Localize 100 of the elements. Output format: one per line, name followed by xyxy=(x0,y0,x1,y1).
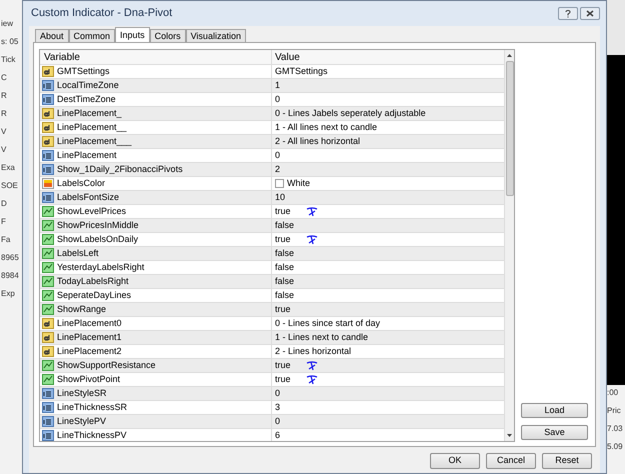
string-type-icon xyxy=(42,108,54,119)
value-cell[interactable]: GMTSettings xyxy=(275,64,328,78)
value-cell[interactable]: 0 xyxy=(275,414,280,428)
variable-name: GMTSettings xyxy=(57,64,110,78)
string-type-icon xyxy=(42,318,54,329)
value-cell[interactable]: 2 - All lines horizontal xyxy=(275,134,360,148)
variable-name: LabelsLeft xyxy=(57,246,99,260)
number-type-icon xyxy=(42,402,54,413)
table-row[interactable]: ShowSupportResistance true xyxy=(40,359,504,373)
table-row[interactable]: LinePlacement__ 1 - All lines next to candle xyxy=(40,121,504,135)
table-row[interactable]: LinePlacement_ 0 - Lines Jabels seperately adjustable xyxy=(40,107,504,121)
value-cell[interactable]: false xyxy=(275,260,294,274)
tab[interactable]: Colors xyxy=(150,29,186,42)
background-text: V xyxy=(0,144,6,156)
scrollbar-thumb[interactable] xyxy=(506,61,514,196)
variable-name: LocalTimeZone xyxy=(57,78,119,92)
value-cell[interactable]: 0 xyxy=(275,92,280,106)
table-row[interactable]: ShowRange true xyxy=(40,303,504,317)
value-cell[interactable]: 0 xyxy=(275,386,280,400)
number-type-icon xyxy=(42,94,54,105)
tab[interactable]: Inputs xyxy=(115,27,150,42)
value-cell[interactable]: true xyxy=(275,204,291,218)
color-swatch[interactable] xyxy=(275,179,284,188)
dialog-button[interactable]: OK xyxy=(430,453,480,469)
table-row[interactable]: ShowLevelPrices true xyxy=(40,205,504,219)
table-row[interactable]: LineThicknessSR 3 xyxy=(40,401,504,415)
palette-type-icon xyxy=(42,178,54,189)
handwritten-mark-icon xyxy=(306,360,318,371)
value-cell[interactable]: false xyxy=(275,246,294,260)
table-row[interactable]: LabelsFontSize 10 xyxy=(40,191,504,205)
scroll-up-icon xyxy=(507,54,512,57)
variable-name: LineThicknessSR xyxy=(57,400,128,414)
table-row[interactable]: LinePlacement2 2 - Lines horizontal xyxy=(40,345,504,359)
value-cell[interactable]: 1 - All lines next to candle xyxy=(275,120,378,134)
variable-name: LinePlacement1 xyxy=(57,330,122,344)
value-cell[interactable]: false xyxy=(275,218,294,232)
background-text: F xyxy=(0,216,6,228)
value-cell[interactable]: 3 xyxy=(275,400,280,414)
side-button[interactable]: Save xyxy=(521,425,588,440)
tab[interactable]: About xyxy=(35,29,69,42)
background-text: 8984 xyxy=(0,270,19,282)
value-cell[interactable]: false xyxy=(275,288,294,302)
background-text: D xyxy=(0,198,7,210)
background-text: R xyxy=(0,90,7,102)
value-cell[interactable]: 1 xyxy=(275,78,280,92)
help-button[interactable] xyxy=(558,7,578,20)
table-row[interactable]: ShowPivotPoint true xyxy=(40,373,504,387)
variable-name: ShowLabelsOnDaily xyxy=(57,232,138,246)
table-row[interactable]: Show_1Daily_2FibonacciPivots 2 xyxy=(40,163,504,177)
chart-type-icon xyxy=(42,262,54,273)
table-row[interactable]: LinePlacement1 1 - Lines next to candle xyxy=(40,331,504,345)
column-header[interactable]: Value xyxy=(272,50,504,64)
value-cell[interactable]: true xyxy=(275,358,291,372)
value-cell[interactable]: true xyxy=(275,372,291,386)
value-cell[interactable]: true xyxy=(275,232,291,246)
value-cell[interactable]: true xyxy=(275,302,291,316)
dialog-button[interactable]: Cancel xyxy=(486,453,536,469)
value-cell[interactable]: 2 xyxy=(275,162,280,176)
value-cell[interactable]: 6 xyxy=(275,428,280,441)
scrollbar[interactable] xyxy=(504,50,514,441)
value-cell[interactable]: 1 - Lines next to candle xyxy=(275,330,368,344)
string-type-icon xyxy=(42,122,54,133)
dialog-button[interactable]: Reset xyxy=(542,453,592,469)
value-cell[interactable]: 0 - Lines since start of day xyxy=(275,316,380,330)
chart-type-icon xyxy=(42,206,54,217)
table-row[interactable]: ShowLabelsOnDaily true xyxy=(40,233,504,247)
table-row[interactable]: LinePlacement 0 xyxy=(40,149,504,163)
table-row[interactable]: TodayLabelsRight false xyxy=(40,275,504,289)
table-row[interactable]: LineStylePV 0 xyxy=(40,415,504,429)
side-button[interactable]: Load xyxy=(521,403,588,418)
value-cell[interactable]: 2 - Lines horizontal xyxy=(275,344,352,358)
value-cell[interactable]: 0 xyxy=(275,148,280,162)
value-cell[interactable]: 10 xyxy=(275,190,286,204)
variable-name: LinePlacement_ xyxy=(57,106,122,120)
table-row[interactable]: LocalTimeZone 1 xyxy=(40,79,504,93)
tab[interactable]: Visualization xyxy=(186,29,246,42)
table-row[interactable]: LabelsColor White xyxy=(40,177,504,191)
table-row[interactable]: LinePlacement0 0 - Lines since start of day xyxy=(40,317,504,331)
background-text: 8965 xyxy=(0,252,19,264)
tab[interactable]: Common xyxy=(68,29,116,42)
table-row[interactable]: LineStyleSR 0 xyxy=(40,387,504,401)
background-text: V xyxy=(0,126,6,138)
table-row[interactable]: DestTimeZone 0 xyxy=(40,93,504,107)
table-row[interactable]: LabelsLeft false xyxy=(40,247,504,261)
value-cell[interactable]: false xyxy=(275,274,294,288)
chart-type-icon xyxy=(42,290,54,301)
variable-name: LinePlacement xyxy=(57,148,117,162)
handwritten-mark-icon xyxy=(306,234,318,245)
close-button[interactable] xyxy=(580,7,600,20)
variable-name: DestTimeZone xyxy=(57,92,116,106)
variable-name: LinePlacement___ xyxy=(57,134,132,148)
background-text: R xyxy=(0,108,7,120)
table-row[interactable]: SeperateDayLines false xyxy=(40,289,504,303)
table-row[interactable]: YesterdayLabelsRight false xyxy=(40,261,504,275)
table-row[interactable]: ShowPricesInMiddle false xyxy=(40,219,504,233)
table-row[interactable]: GMTSettings GMTSettings xyxy=(40,65,504,79)
table-row[interactable]: LinePlacement___ 2 - All lines horizontal xyxy=(40,135,504,149)
value-cell[interactable]: 0 - Lines Jabels seperately adjustable xyxy=(275,106,426,120)
value-cell[interactable]: White xyxy=(287,176,310,190)
column-header[interactable]: Variable xyxy=(40,50,272,64)
